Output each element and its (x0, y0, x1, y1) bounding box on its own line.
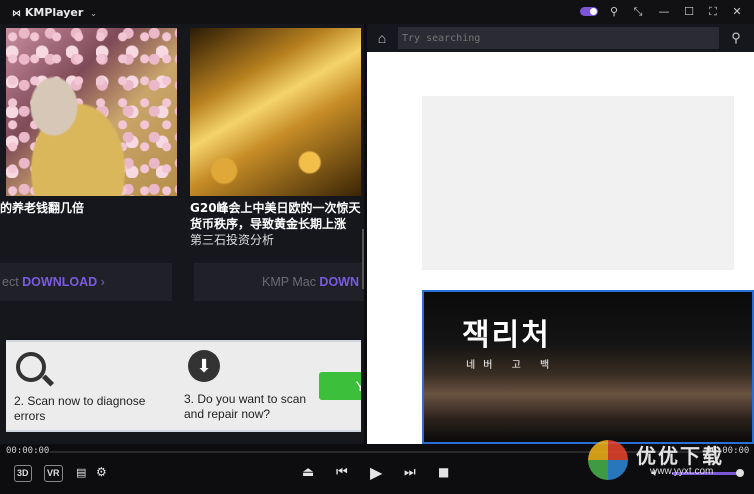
movie-title: 잭리처 (462, 318, 551, 353)
left-content-pane: 你的养老钱翻几倍 G20峰会上中美日欧的一次惊天 货币秩序，导致黄金长期上涨 第… (0, 24, 364, 444)
left-scrollbar[interactable] (362, 229, 364, 289)
ad-yes-button[interactable]: Y (319, 372, 361, 400)
movie-poster[interactable]: 잭리처 네버 고 백 (422, 290, 754, 444)
watermark-url: www.yyxt.com (650, 466, 714, 477)
magnifier-icon (16, 352, 46, 382)
news-subcaption-2[interactable]: 第三石投资分析 (190, 232, 274, 248)
download-banner-1-prefix: ect (2, 275, 23, 289)
watermark-logo (588, 440, 628, 480)
news-image-gold-bars[interactable] (190, 28, 361, 196)
vr-button[interactable]: VR (44, 465, 63, 482)
news-image-elderly-man[interactable] (6, 28, 177, 196)
time-current: 00:00:00 (6, 446, 50, 456)
playlist-icon[interactable]: ▤ (76, 466, 86, 479)
settings-icon[interactable]: ⚙ (96, 465, 107, 479)
search-bar: ⌂ ⚲ (367, 24, 754, 52)
ad-placeholder (422, 96, 734, 270)
chevron-right-icon: › (97, 275, 105, 289)
theme-toggle[interactable] (580, 7, 598, 16)
previous-icon[interactable]: ⏮ (336, 465, 348, 480)
news-caption-2[interactable]: G20峰会上中美日欧的一次惊天 货币秩序，导致黄金长期上涨 (190, 200, 364, 232)
download-banner-2-highlight: DOWN (319, 275, 359, 289)
maximize-icon[interactable]: ☐ (681, 4, 697, 20)
ad-step-3: 3. Do you want to scan and repair now? (184, 392, 307, 421)
download-banner-2-prefix: KMP Mac (262, 275, 320, 289)
news-caption-1[interactable]: 你的养老钱翻几倍 (0, 200, 168, 216)
eject-icon[interactable]: ⏏ (302, 465, 314, 480)
search-icon[interactable]: ⚲ (727, 29, 745, 47)
watermark-brand: 优优下载 (636, 444, 724, 468)
right-browser-pane: ⌂ ⚲ 잭리처 네버 고 백 (367, 24, 754, 444)
download-banner-1[interactable]: ect DOWNLOAD › (0, 263, 172, 301)
pin-icon[interactable]: ⚲ (606, 4, 622, 20)
download-arrow-icon: ⬇ (188, 350, 220, 382)
mini-mode-icon[interactable]: ⤡ (630, 4, 646, 20)
kmp-logo-icon: ⋈ (12, 9, 21, 19)
ad-yes-label: Y (356, 378, 361, 394)
close-icon[interactable]: ✕ (729, 4, 745, 20)
movie-subtitle: 네버 고 백 (466, 360, 558, 371)
watermark: 优优下载 www.yyxt.com (588, 436, 754, 494)
chevron-down-icon: ⌄ (90, 9, 97, 18)
next-icon[interactable]: ⏭ (404, 465, 416, 480)
home-icon[interactable]: ⌂ (373, 29, 391, 47)
stop-icon[interactable]: ■ (438, 465, 449, 479)
ad-step-2: 2. Scan now to diagnose errors (14, 394, 146, 423)
minimize-icon[interactable]: — (656, 4, 672, 20)
download-banner-2[interactable]: KMP Mac DOWN (194, 263, 364, 301)
app-title: KMPlayer (24, 6, 84, 19)
app-logo-menu[interactable]: ⋈ KMPlayer ⌄ (12, 6, 97, 19)
download-banner-1-highlight: DOWNLOAD (22, 275, 98, 289)
title-bar: ⋈ KMPlayer ⌄ ⚲ ⤡ — ☐ ⛶ ✕ (0, 0, 754, 24)
3d-button[interactable]: 3D (14, 465, 32, 482)
ad-banner[interactable]: 2. Scan now to diagnose errors ⬇ 3. Do y… (6, 340, 361, 432)
play-icon[interactable]: ▶ (370, 463, 382, 482)
fullscreen-icon[interactable]: ⛶ (705, 4, 721, 20)
search-input[interactable] (398, 27, 719, 49)
